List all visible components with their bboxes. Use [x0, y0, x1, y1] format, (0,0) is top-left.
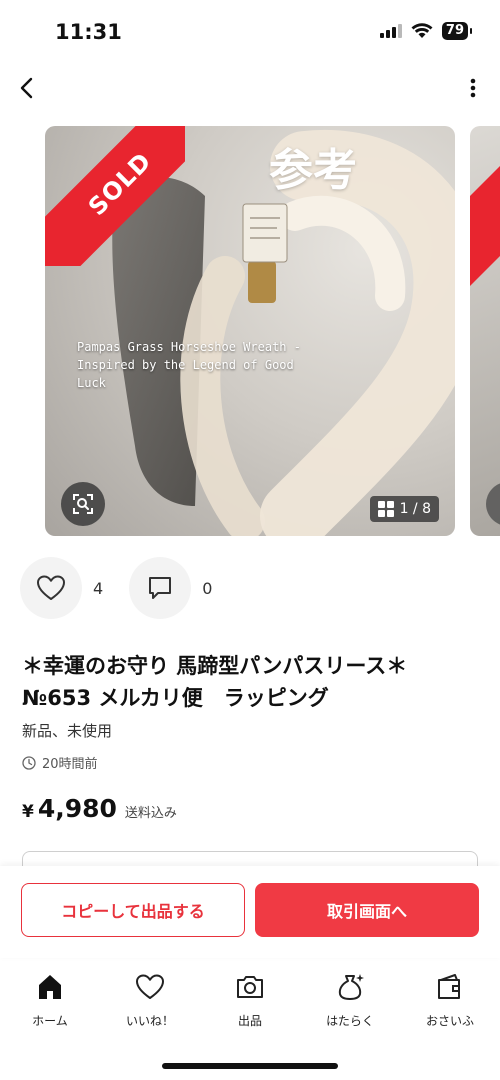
scan-search-icon	[73, 494, 93, 514]
item-title: ＊幸運のお守り 馬蹄型パンパスリース＊ №653 メルカリ便 ラッピング	[22, 654, 408, 710]
image-counter: 1 / 8	[369, 496, 439, 522]
image-search-button[interactable]	[61, 482, 105, 526]
tab-home[interactable]: ホーム	[0, 972, 100, 1042]
like-button[interactable]	[20, 557, 82, 619]
back-button[interactable]	[14, 72, 42, 104]
tab-work-label: はたらく	[326, 1014, 374, 1028]
camera-icon	[237, 976, 263, 998]
price-symbol: ¥	[22, 802, 34, 822]
heart-icon	[37, 575, 65, 600]
battery-icon: 79	[441, 22, 473, 40]
tab-work[interactable]: はたらく	[300, 972, 400, 1042]
action-bar: コピーして出品する 取引画面へ	[0, 866, 500, 958]
home-icon	[39, 975, 61, 999]
wifi-icon	[411, 23, 433, 38]
posted-time-text: 20時間前	[42, 757, 98, 772]
tab-home-label: ホーム	[32, 1014, 68, 1028]
shipping-note: 送料込み	[124, 806, 177, 821]
reference-label: 参考	[269, 145, 357, 196]
next-product-photo[interactable]	[470, 126, 500, 536]
copy-listing-button[interactable]: コピーして出品する	[21, 883, 245, 937]
tab-likes[interactable]: いいね！	[100, 972, 200, 1042]
posted-time: 20時間前	[22, 753, 98, 772]
tab-sell-label: 出品	[237, 1014, 262, 1028]
reactions-row: 4 0	[20, 557, 238, 619]
cellular-signal-icon	[379, 24, 402, 38]
price-row: ¥ 4,980 送料込み	[22, 794, 177, 823]
sold-label: SOLD	[45, 126, 185, 266]
likes-count: 4	[93, 578, 104, 598]
photo-caption: Pampas Grass Horseshoe Wreath - Inspired…	[77, 340, 301, 390]
wallet-icon	[438, 974, 460, 999]
image-carousel[interactable]: SOLD 参考 Pampas Grass Horseshoe Wreath - …	[0, 126, 500, 536]
product-photo[interactable]: SOLD 参考 Pampas Grass Horseshoe Wreath - …	[45, 126, 455, 536]
status-icons: 79	[379, 22, 473, 40]
price-value: 4,980	[37, 794, 117, 823]
tab-likes-label: いいね！	[125, 1014, 174, 1028]
item-condition: 新品、未使用	[22, 722, 113, 740]
money-bag-icon	[338, 974, 364, 1000]
status-bar: 11:31 79	[0, 0, 500, 60]
grid-icon	[377, 501, 394, 517]
comment-icon	[149, 577, 172, 599]
next-sold-ribbon	[470, 136, 500, 286]
image-counter-text: 1 / 8	[399, 501, 431, 517]
tab-wallet[interactable]: おさいふ	[400, 972, 500, 1042]
heart-icon	[136, 974, 164, 999]
tab-sell[interactable]: 出品	[200, 972, 300, 1042]
chevron-left-icon	[20, 77, 33, 99]
sold-ribbon: SOLD	[45, 126, 185, 266]
tab-bar: ホーム いいね！ 出品 はたらく おさいふ	[0, 972, 500, 1042]
more-vertical-icon	[470, 78, 476, 98]
comments-count: 0	[202, 578, 213, 598]
clock-icon	[22, 755, 36, 770]
next-image-search-button	[486, 482, 500, 526]
home-indicator	[162, 1063, 338, 1069]
tab-wallet-label: おさいふ	[425, 1014, 474, 1028]
status-time: 11:31	[55, 20, 122, 44]
more-options-button[interactable]	[466, 74, 480, 102]
comment-button[interactable]	[129, 557, 192, 619]
trade-screen-button[interactable]: 取引画面へ	[255, 883, 479, 937]
